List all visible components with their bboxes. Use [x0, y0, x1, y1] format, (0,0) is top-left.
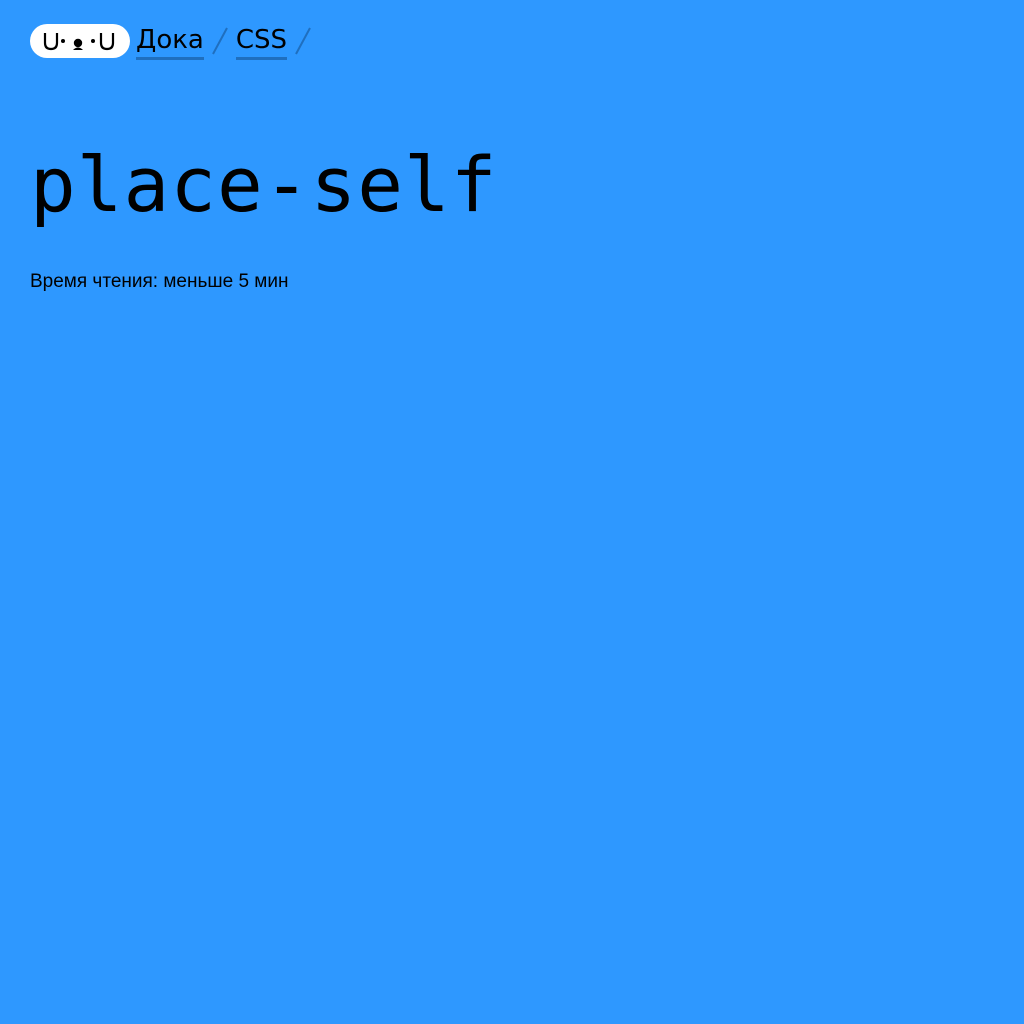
- breadcrumb-separator-icon: [293, 25, 313, 57]
- breadcrumb-link-css[interactable]: CSS: [235, 25, 288, 60]
- page-title: place-self: [30, 140, 498, 229]
- logo-link[interactable]: [30, 24, 130, 58]
- breadcrumb: Дока CSS: [30, 22, 319, 60]
- reading-time: Время чтения: меньше 5 мин: [30, 271, 289, 292]
- breadcrumb-link-doka[interactable]: Дока: [136, 25, 204, 60]
- doka-logo-icon: [41, 30, 119, 52]
- breadcrumb-separator-icon: [210, 25, 230, 57]
